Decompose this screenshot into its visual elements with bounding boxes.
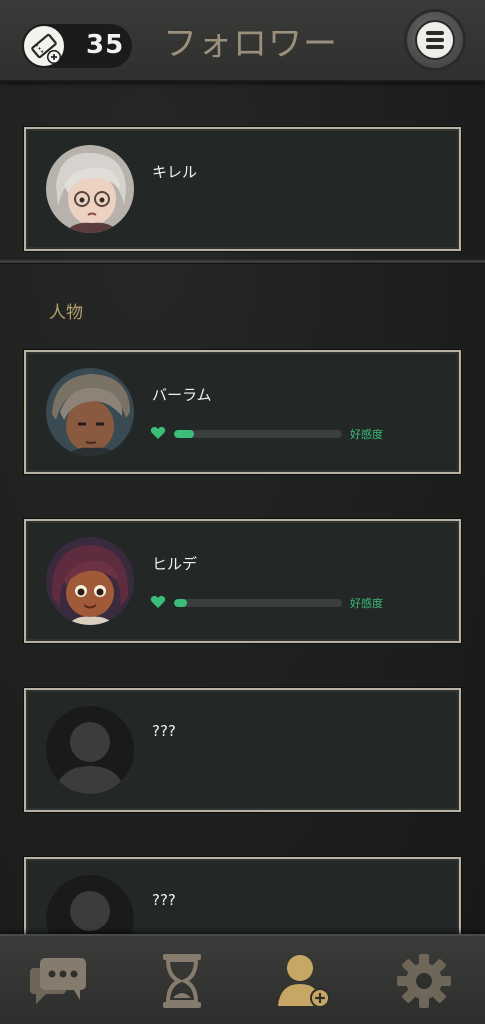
nav-chat-button[interactable] [26,946,96,1016]
ticket-icon [22,24,66,68]
menu-button[interactable] [407,12,463,68]
hourglass-icon [163,954,201,1008]
affection-bar-fill [174,599,188,607]
follower-list[interactable]: キレル 人物 バーラム 好感度 ヒルデ 好感度 ??? ??? [0,82,485,934]
menu-icon [415,20,455,60]
avatar [46,537,134,625]
affection-label: 好感度 [350,428,383,441]
character-card[interactable]: バーラム 好感度 [24,350,461,474]
character-name: キレル [152,163,198,181]
ticket-count: 35 [86,30,125,60]
add-user-icon [278,955,330,1008]
avatar [46,368,134,456]
nav-history-button[interactable] [147,946,217,1016]
character-card[interactable]: ヒルデ 好感度 [24,519,461,643]
gear-icon [397,954,451,1008]
character-name: ??? [152,891,176,909]
followers-screen: 35 フォロワー キレル 人物 バーラム 好感度 ヒルデ 好感度 ??? ??? [0,0,485,1024]
character-name: ヒルデ [152,555,198,573]
silhouette-avatar-icon [46,706,134,794]
nav-settings-button[interactable] [389,946,459,1016]
ticket-counter[interactable]: 35 [22,24,132,68]
chat-bubbles-icon [30,958,86,1004]
affection-bar-fill [174,430,195,438]
top-bar: 35 フォロワー [0,0,485,82]
locked-character-card[interactable]: ??? [24,688,461,812]
silhouette-avatar-icon [46,875,134,934]
avatar [46,145,134,233]
nav-followers-button[interactable] [268,946,338,1016]
affection-label: 好感度 [350,597,383,610]
character-name: バーラム [152,386,212,404]
section-divider [0,260,485,264]
character-name: ??? [152,722,176,740]
bottom-navigation [0,934,485,1024]
affection-bar [174,599,342,607]
heart-icon [150,426,166,439]
pinned-character-card[interactable]: キレル [24,127,461,251]
heart-icon [150,595,166,608]
affection-bar [174,430,342,438]
page-title: フォロワー [163,24,338,64]
section-label: 人物 [49,303,83,323]
locked-character-card[interactable]: ??? [24,857,461,934]
